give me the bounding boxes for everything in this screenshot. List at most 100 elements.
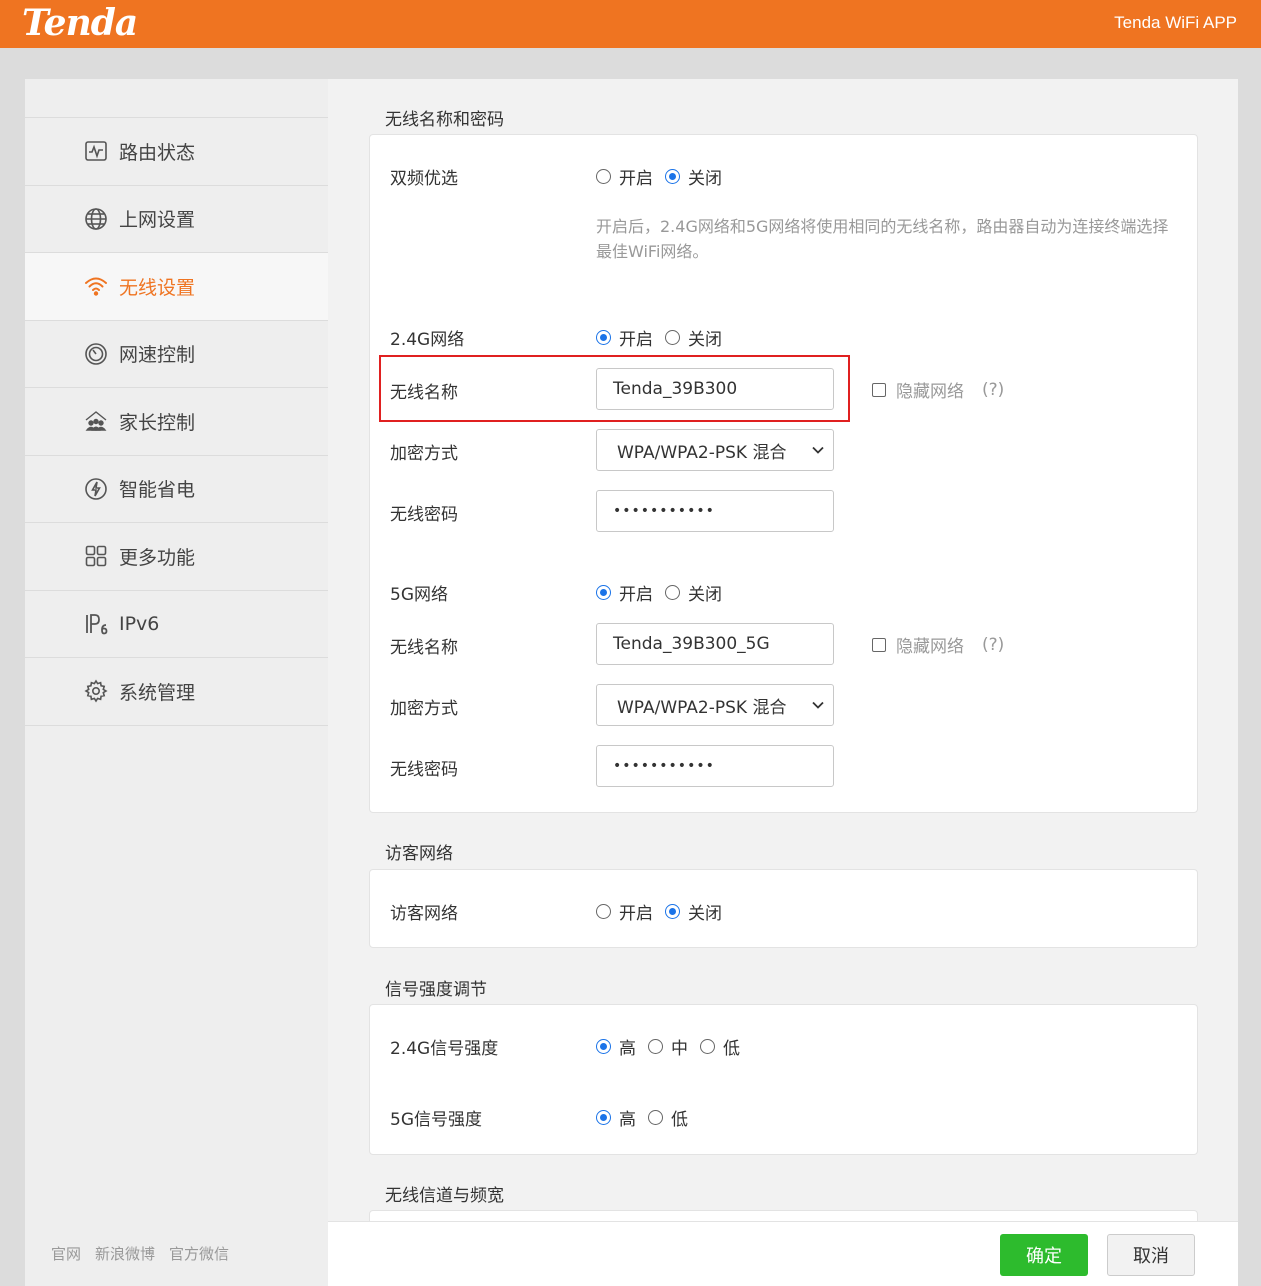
power-save-icon: [83, 476, 109, 502]
sidebar: 路由状态 上网设置 无线设置 网速控制 家长控制 智能省电 更多功能 IPv6 …: [25, 79, 328, 1286]
dual-band-off-radio[interactable]: [665, 169, 680, 184]
gear-icon: [83, 678, 109, 704]
sidebar-item-label: 系统管理: [119, 681, 196, 704]
chevron-down-icon: [812, 446, 824, 454]
confirm-button[interactable]: 确定: [1000, 1234, 1088, 1276]
wifi-icon: [83, 273, 109, 299]
select-value: WPA/WPA2-PSK 混合: [617, 442, 787, 463]
radio-label: 中: [671, 1039, 688, 1059]
radio-label: 开启: [619, 330, 653, 350]
band24-hide-checkbox[interactable]: [872, 382, 886, 397]
signal24-low-radio[interactable]: [700, 1039, 715, 1054]
section-title-channel: 无线信道与频宽: [385, 1186, 504, 1206]
speedometer-icon: [83, 341, 109, 367]
band24-off-radio[interactable]: [665, 330, 680, 345]
sidebar-item-label: 家长控制: [119, 411, 196, 434]
signal24-mid-radio[interactable]: [648, 1039, 663, 1054]
band5-password-label: 无线密码: [390, 760, 458, 780]
action-bar: 确定 取消: [328, 1221, 1238, 1286]
main-content: 无线名称和密码 双频优选 开启 关闭 开启后，2.4G网络和5G网络将使用相同的…: [328, 79, 1238, 1286]
official-site-link[interactable]: 官网: [51, 1243, 81, 1264]
hide-network-label: 隐藏网络: [896, 637, 964, 657]
band24-ssid-input[interactable]: Tenda_39B300: [596, 368, 834, 410]
radio-label: 开启: [619, 585, 653, 605]
sidebar-item-system-management[interactable]: 系统管理: [25, 658, 328, 726]
signal24-radio-group: 高 中 低: [596, 1034, 752, 1059]
sidebar-item-label: 路由状态: [119, 141, 196, 164]
sidebar-item-power-saving[interactable]: 智能省电: [25, 456, 328, 523]
band5-radio-group: 开启 关闭: [596, 580, 734, 605]
guest-radio-group: 开启 关闭: [596, 899, 734, 924]
band5-ssid-input[interactable]: Tenda_39B300_5G: [596, 623, 834, 665]
sidebar-item-label: 网速控制: [119, 344, 196, 367]
band5-hide-checkbox[interactable]: [872, 637, 886, 652]
sidebar-item-speed-control[interactable]: 网速控制: [25, 321, 328, 388]
sidebar-item-label: 更多功能: [119, 546, 196, 569]
radio-label: 关闭: [688, 904, 722, 924]
family-icon: [83, 408, 109, 434]
dual-band-radio-group: 开启 关闭: [596, 164, 734, 189]
dual-band-on-radio[interactable]: [596, 169, 611, 184]
band5-security-select[interactable]: WPA/WPA2-PSK 混合: [596, 684, 834, 726]
weibo-link[interactable]: 新浪微博: [95, 1243, 155, 1264]
sidebar-item-label: IPv6: [119, 612, 160, 635]
sidebar-item-router-status[interactable]: 路由状态: [25, 118, 328, 186]
band5-off-radio[interactable]: [665, 585, 680, 600]
sidebar-item-internet-settings[interactable]: 上网设置: [25, 186, 328, 253]
band24-radio-group: 开启 关闭: [596, 325, 734, 350]
radio-label: 关闭: [688, 169, 722, 189]
band5-label: 5G网络: [390, 585, 448, 605]
sidebar-nav: 路由状态 上网设置 无线设置 网速控制 家长控制 智能省电 更多功能 IPv6 …: [25, 117, 328, 726]
help-icon[interactable]: (?): [982, 380, 1004, 400]
band5-security-label: 加密方式: [390, 699, 458, 719]
tenda-logo[interactable]: Tenda: [22, 2, 138, 44]
monitor-pulse-icon: [83, 138, 109, 164]
radio-label: 关闭: [688, 585, 722, 605]
band24-security-select[interactable]: WPA/WPA2-PSK 混合: [596, 429, 834, 471]
band5-ssid-label: 无线名称: [390, 638, 458, 658]
section-title-signal: 信号强度调节: [385, 980, 487, 1000]
radio-label: 低: [723, 1039, 740, 1059]
globe-icon: [83, 206, 109, 232]
band24-on-radio[interactable]: [596, 330, 611, 345]
band5-password-input[interactable]: •••••••••••: [596, 745, 834, 787]
sidebar-item-wireless-settings[interactable]: 无线设置: [25, 253, 328, 321]
help-icon[interactable]: (?): [982, 635, 1004, 655]
hide-network-label: 隐藏网络: [896, 382, 964, 402]
signal24-high-radio[interactable]: [596, 1039, 611, 1054]
band24-password-input[interactable]: •••••••••••: [596, 490, 834, 532]
section-title-wireless: 无线名称和密码: [385, 110, 504, 130]
sidebar-item-ipv6[interactable]: IPv6: [25, 591, 328, 658]
sidebar-item-label: 无线设置: [119, 276, 196, 299]
signal5-radio-group: 高 低: [596, 1105, 700, 1130]
grid-icon: [83, 543, 109, 569]
radio-label: 高: [619, 1110, 636, 1130]
cancel-button[interactable]: 取消: [1107, 1234, 1195, 1276]
guest-on-radio[interactable]: [596, 904, 611, 919]
band24-security-label: 加密方式: [390, 444, 458, 464]
guest-off-radio[interactable]: [665, 904, 680, 919]
signal24-label: 2.4G信号强度: [390, 1039, 499, 1059]
guest-label: 访客网络: [390, 904, 458, 924]
chevron-down-icon: [812, 701, 824, 709]
wifi-app-link[interactable]: Tenda WiFi APP: [1114, 13, 1237, 33]
signal5-low-radio[interactable]: [648, 1110, 663, 1125]
radio-label: 关闭: [688, 330, 722, 350]
signal5-high-radio[interactable]: [596, 1110, 611, 1125]
section-title-guest: 访客网络: [385, 844, 453, 864]
band5-on-radio[interactable]: [596, 585, 611, 600]
signal-card: 2.4G信号强度 高 中 低 5G信号强度 高 低: [369, 1004, 1198, 1155]
band24-hide-group: 隐藏网络 (?): [872, 377, 1004, 402]
sidebar-item-label: 智能省电: [119, 479, 196, 502]
dual-band-hint: 开启后，2.4G网络和5G网络将使用相同的无线名称，路由器自动为连接终端选择最佳…: [596, 217, 1169, 261]
wechat-link[interactable]: 官方微信: [169, 1243, 229, 1264]
signal5-label: 5G信号强度: [390, 1110, 482, 1130]
radio-label: 高: [619, 1039, 636, 1059]
top-header: Tenda Tenda WiFi APP: [0, 0, 1261, 48]
sidebar-item-more-features[interactable]: 更多功能: [25, 523, 328, 591]
dual-band-label: 双频优选: [390, 169, 458, 189]
sidebar-item-parental-control[interactable]: 家长控制: [25, 388, 328, 456]
radio-label: 低: [671, 1110, 688, 1130]
guest-card: 访客网络 开启 关闭: [369, 869, 1198, 948]
band24-password-label: 无线密码: [390, 505, 458, 525]
